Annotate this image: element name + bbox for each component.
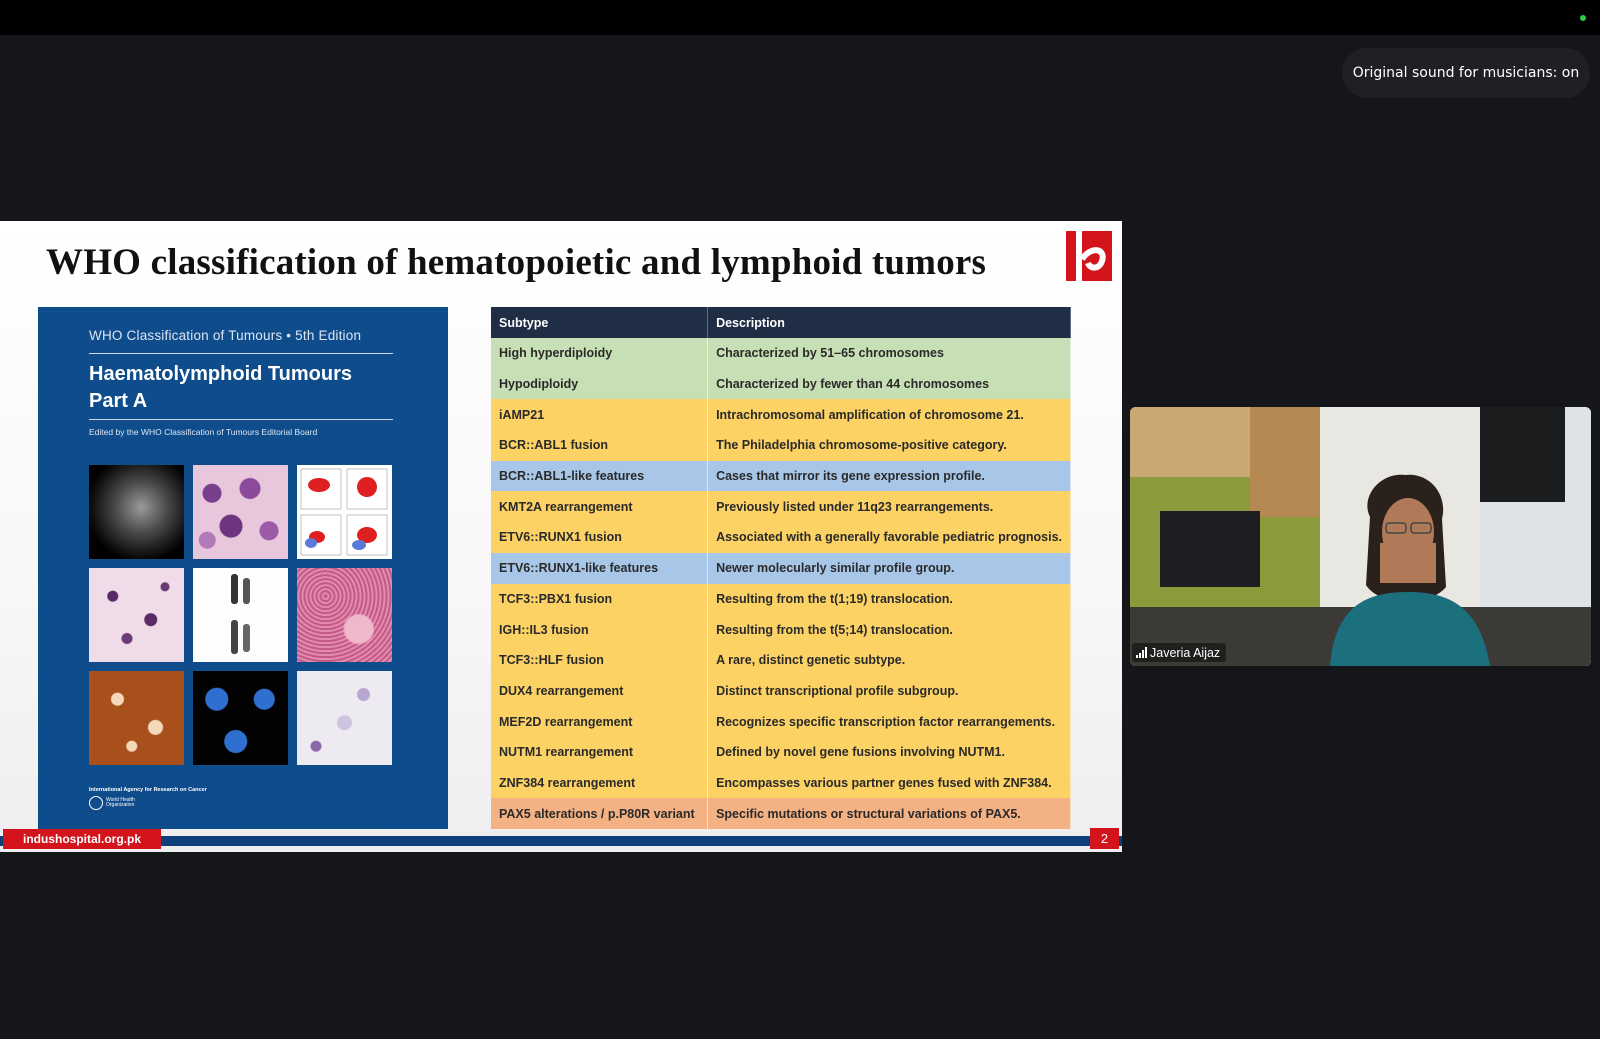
subtype-cell: TCF3::PBX1 fusion [491, 583, 709, 615]
shared-screen-slide: WHO classification of hematopoietic and … [0, 221, 1122, 852]
who-emblem-icon [89, 796, 103, 810]
website-label: indushospital.org.pk [3, 829, 161, 849]
participant-video-tile[interactable]: Javeria Aijaz [1130, 407, 1591, 666]
book-cover-image: WHO Classification of Tumours • 5th Edit… [38, 307, 448, 829]
description-cell: A rare, distinct genetic subtype. [707, 644, 1071, 676]
table-body: High hyperdiploidy Characterized by 51–65… [491, 338, 1071, 829]
subtype-cell: iAMP21 [491, 399, 709, 431]
table-row: KMT2A rearrangement Previously listed und… [491, 491, 1071, 523]
status-dot-icon [1580, 15, 1586, 21]
slide-footer-bar [0, 836, 1122, 846]
cover-series: WHO Classification of Tumours • 5th Edit… [89, 328, 362, 343]
table-row: TCF3::PBX1 fusion Resulting from the t(1;… [491, 583, 1071, 615]
subtype-cell: ETV6::RUNX1 fusion [491, 522, 709, 553]
description-cell: Characterized by fewer than 44 chromosom… [707, 368, 1071, 400]
table-row: ZNF384 rearrangement Encompasses various … [491, 767, 1071, 799]
description-cell: Resulting from the t(5;14) translocation… [707, 614, 1071, 645]
description-cell: Intrachromosomal amplification of chromo… [707, 399, 1071, 431]
subtype-cell: Hypodiploidy [491, 368, 709, 400]
participant-name-tag: Javeria Aijaz [1132, 643, 1227, 662]
immunostain-image [89, 671, 184, 765]
table-row: ETV6::RUNX1 fusion Associated with a gene… [491, 522, 1071, 553]
participant-name: Javeria Aijaz [1150, 645, 1221, 660]
hospital-logo-icon [1066, 231, 1112, 281]
subtype-cell: ZNF384 rearrangement [491, 767, 709, 799]
cover-image-grid [89, 465, 393, 771]
cover-publisher: International Agency for Research on Can… [89, 787, 207, 793]
table-header-row: Subtype Description [491, 307, 1071, 338]
table-row: iAMP21 Intrachromosomal amplification of … [491, 399, 1071, 431]
subtype-cell: PAX5 alterations / p.P80R variant [491, 798, 709, 829]
subtype-cell: IGH::IL3 fusion [491, 614, 709, 645]
table-row: MEF2D rearrangement Recognizes specific t… [491, 706, 1071, 737]
subtype-cell: TCF3::HLF fusion [491, 644, 709, 676]
subtype-cell: NUTM1 rearrangement [491, 736, 709, 768]
signal-bars-icon [1136, 647, 1147, 658]
table-row: TCF3::HLF fusion A rare, distinct genetic… [491, 644, 1071, 676]
blood-smear-image [297, 671, 392, 765]
description-cell: Characterized by 51–65 chromosomes [707, 338, 1071, 369]
subtype-cell: MEF2D rearrangement [491, 706, 709, 737]
histology-image [297, 568, 392, 662]
column-header: Description [707, 307, 1071, 338]
cover-title: Haematolymphoid Tumours Part A [89, 363, 352, 412]
subtype-cell: ETV6::RUNX1-like features [491, 552, 709, 584]
flow-cytometry-image [297, 465, 392, 559]
page-number: 2 [1090, 828, 1119, 849]
description-cell: Distinct transcriptional profile subgrou… [707, 675, 1071, 707]
cover-org: World Health Organization [89, 796, 135, 810]
description-cell: Specific mutations or structural variati… [707, 798, 1071, 829]
description-cell: Cases that mirror its gene expression pr… [707, 460, 1071, 492]
table-row: NUTM1 rearrangement Defined by novel gene… [491, 736, 1071, 768]
subtype-cell: BCR::ABL1 fusion [491, 430, 709, 461]
slide-title: WHO classification of hematopoietic and … [46, 242, 987, 283]
meeting-top-bar [0, 0, 1600, 35]
bone-marrow-image [89, 568, 184, 662]
description-cell: Encompasses various partner genes fused … [707, 767, 1071, 799]
subtype-cell: DUX4 rearrangement [491, 675, 709, 707]
column-header: Subtype [491, 307, 709, 338]
description-cell: The Philadelphia chromosome-positive cat… [707, 430, 1071, 461]
subtype-cell: BCR::ABL1-like features [491, 460, 709, 492]
original-sound-indicator[interactable]: Original sound for musicians: on [1342, 48, 1590, 98]
karyotype-image [193, 568, 288, 662]
cover-org-label: World Health Organization [106, 796, 135, 808]
subtype-cell: High hyperdiploidy [491, 338, 709, 369]
cover-divider [89, 419, 393, 420]
description-cell: Resulting from the t(1;19) translocation… [707, 583, 1071, 615]
description-cell: Newer molecularly similar profile group. [707, 552, 1071, 584]
cover-divider [89, 353, 393, 354]
table-row: PAX5 alterations / p.P80R variant Specifi… [491, 798, 1071, 829]
cover-editor: Edited by the WHO Classification of Tumo… [89, 427, 318, 437]
subtype-cell: KMT2A rearrangement [491, 491, 709, 523]
table-row: BCR::ABL1 fusion The Philadelphia chromos… [491, 430, 1071, 461]
description-cell: Defined by novel gene fusions involving … [707, 736, 1071, 768]
table-row: Hypodiploidy Characterized by fewer than … [491, 368, 1071, 400]
subtype-table: Subtype Description High hyperdiploidy Ch… [491, 307, 1071, 829]
fish-image [193, 671, 288, 765]
table-row: High hyperdiploidy Characterized by 51–65… [491, 338, 1071, 369]
description-cell: Recognizes specific transcription factor… [707, 706, 1071, 737]
table-row: DUX4 rearrangement Distinct transcription… [491, 675, 1071, 707]
table-row: ETV6::RUNX1-like features Newer molecular… [491, 552, 1071, 584]
table-row: BCR::ABL1-like features Cases that mirror… [491, 460, 1071, 492]
mri-scan-image [89, 465, 184, 559]
participant-video-feed [1130, 407, 1591, 666]
cytology-image [193, 465, 288, 559]
description-cell: Previously listed under 11q23 rearrangem… [707, 491, 1071, 523]
table-row: IGH::IL3 fusion Resulting from the t(5;14… [491, 614, 1071, 645]
description-cell: Associated with a generally favorable pe… [707, 522, 1071, 553]
